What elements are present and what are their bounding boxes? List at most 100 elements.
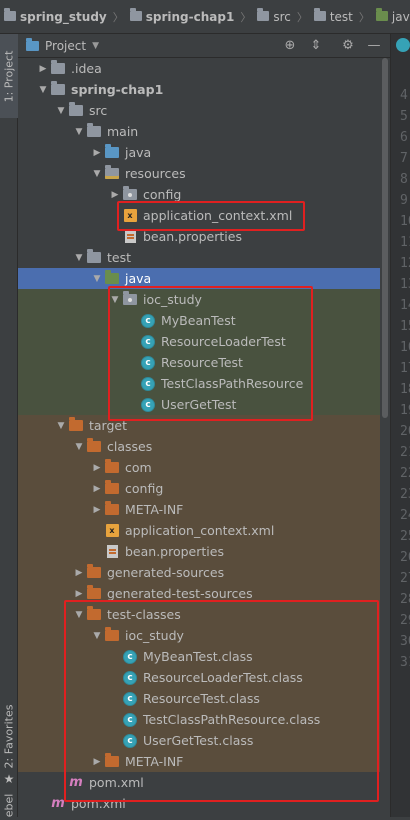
- tree-node[interactable]: ▼ ioc_study: [18, 289, 390, 310]
- expand-arrow-down-icon[interactable]: ▼: [108, 295, 122, 305]
- collapse-all-icon[interactable]: ⇕: [308, 38, 324, 54]
- expand-arrow-right-icon[interactable]: ▶: [90, 463, 104, 473]
- tab-rebel[interactable]: ebel: [0, 790, 18, 820]
- tree-node[interactable]: c TestClassPathResource: [18, 373, 390, 394]
- tree-node[interactable]: bean.properties: [18, 541, 390, 562]
- panel-title[interactable]: Project: [45, 39, 86, 53]
- tree-node[interactable]: ▼ src: [18, 100, 390, 121]
- tree-node[interactable]: ▶ generated-sources: [18, 562, 390, 583]
- tree-node[interactable]: ▼ test: [18, 247, 390, 268]
- line-number: 27: [400, 571, 410, 586]
- expand-arrow-right-icon[interactable]: ▶: [90, 484, 104, 494]
- tree-node[interactable]: ▼ test-classes: [18, 604, 390, 625]
- class-file-tab-icon[interactable]: [396, 38, 410, 52]
- tree-node[interactable]: ▼ ioc_study: [18, 625, 390, 646]
- tree-node[interactable]: m pom.xml: [18, 772, 390, 793]
- tree-node[interactable]: c ResourceTest.class: [18, 688, 390, 709]
- tree-node[interactable]: ▶ java: [18, 142, 390, 163]
- tree-node[interactable]: c MyBeanTest: [18, 310, 390, 331]
- tree-node[interactable]: bean.properties: [18, 226, 390, 247]
- tree-node-label: target: [89, 418, 128, 433]
- tree-node-label: ResourceLoaderTest.class: [143, 670, 303, 685]
- tree-node[interactable]: ▶ META-INF: [18, 499, 390, 520]
- module-folder-icon: [129, 7, 142, 24]
- tree-node-label: generated-sources: [107, 565, 225, 580]
- line-number: 20: [400, 424, 410, 439]
- breadcrumb-item-src[interactable]: src: [257, 7, 291, 24]
- expand-arrow-down-icon[interactable]: ▼: [72, 253, 86, 263]
- tree-node[interactable]: x application_context.xml: [18, 205, 390, 226]
- tree-node[interactable]: c UserGetTest: [18, 394, 390, 415]
- expand-arrow-right-icon[interactable]: ▶: [90, 505, 104, 515]
- line-number: 17: [400, 361, 410, 376]
- tree-node[interactable]: ▶ config: [18, 478, 390, 499]
- tree-node[interactable]: c TestClassPathResource.class: [18, 709, 390, 730]
- tree-node-label: TestClassPathResource: [161, 376, 304, 391]
- tree-node-label: ResourceTest: [161, 355, 243, 370]
- tree-node[interactable]: ▶ com: [18, 457, 390, 478]
- locate-icon[interactable]: ⊕: [282, 38, 298, 54]
- tree-node[interactable]: c ResourceLoaderTest.class: [18, 667, 390, 688]
- line-number: 26: [400, 550, 410, 565]
- folder-icon: [68, 102, 84, 118]
- properties-file-icon: [104, 545, 120, 559]
- breadcrumb-item-java[interactable]: java: [375, 7, 410, 24]
- test-source-folder-icon: [375, 7, 388, 24]
- tree-node-label: pom.xml: [71, 796, 126, 811]
- expand-arrow-down-icon[interactable]: ▼: [72, 127, 86, 137]
- line-number: 21: [400, 445, 410, 460]
- expand-arrow-right-icon[interactable]: ▶: [72, 568, 86, 578]
- tree-node-label: ResourceTest.class: [143, 691, 260, 706]
- tree-node[interactable]: ▼ java: [18, 268, 390, 289]
- excluded-folder-icon: [104, 627, 120, 643]
- scrollbar-thumb[interactable]: [382, 58, 388, 418]
- tree-node-label: UserGetTest: [161, 397, 237, 412]
- tree-node[interactable]: ▼ spring-chap1: [18, 79, 390, 100]
- hide-icon[interactable]: —: [366, 38, 382, 54]
- expand-arrow-right-icon[interactable]: ▶: [36, 64, 50, 74]
- tree-node[interactable]: ▼ resources: [18, 163, 390, 184]
- tree-node-label: test-classes: [107, 607, 181, 622]
- expand-arrow-down-icon[interactable]: ▼: [72, 610, 86, 620]
- breadcrumb-item-spring-chap1[interactable]: spring-chap1: [129, 7, 234, 24]
- chevron-down-icon[interactable]: ▼: [92, 41, 99, 51]
- tree-node[interactable]: ▶ config: [18, 184, 390, 205]
- project-panel-header: Project ▼ ⊕ ⇕ ⚙ —: [18, 34, 390, 58]
- expand-arrow-down-icon[interactable]: ▼: [36, 85, 50, 95]
- tree-node[interactable]: ▶ .idea: [18, 58, 390, 79]
- expand-arrow-down-icon[interactable]: ▼: [90, 631, 104, 641]
- tree-node[interactable]: m pom.xml: [18, 793, 390, 814]
- expand-arrow-down-icon[interactable]: ▼: [54, 106, 68, 116]
- tab-favorites[interactable]: 2: Favorites: [0, 694, 18, 778]
- expand-arrow-down-icon[interactable]: ▼: [72, 442, 86, 452]
- tree-node[interactable]: c MyBeanTest.class: [18, 646, 390, 667]
- tree-node[interactable]: ▼ classes: [18, 436, 390, 457]
- tree-node[interactable]: c ResourceLoaderTest: [18, 331, 390, 352]
- tree-node[interactable]: c ResourceTest: [18, 352, 390, 373]
- scrollbar[interactable]: [380, 58, 390, 817]
- expand-arrow-down-icon[interactable]: ▼: [90, 274, 104, 284]
- tree-node-label: .idea: [71, 61, 102, 76]
- line-number: 11: [400, 235, 410, 250]
- line-number: 16: [400, 340, 410, 355]
- tree-node[interactable]: ▼ main: [18, 121, 390, 142]
- expand-arrow-down-icon[interactable]: ▼: [54, 421, 68, 431]
- tab-project[interactable]: 1: Project: [0, 34, 18, 118]
- tree-node[interactable]: ▶ META-INF: [18, 751, 390, 772]
- package-icon: [122, 291, 138, 307]
- breadcrumb-item-test[interactable]: test: [313, 7, 353, 24]
- breadcrumb-item-spring-study[interactable]: spring_study: [4, 7, 107, 24]
- tree-node[interactable]: x application_context.xml: [18, 520, 390, 541]
- tree-node[interactable]: ▼ target: [18, 415, 390, 436]
- expand-arrow-right-icon[interactable]: ▶: [90, 148, 104, 158]
- gear-icon[interactable]: ⚙: [340, 38, 356, 54]
- expand-arrow-right-icon[interactable]: ▶: [108, 190, 122, 200]
- expand-arrow-down-icon[interactable]: ▼: [90, 169, 104, 179]
- tree-node-label: spring-chap1: [71, 82, 164, 97]
- expand-arrow-right-icon[interactable]: ▶: [90, 757, 104, 767]
- tab-favorites-label: 2: Favorites: [2, 704, 16, 768]
- star-icon: ★: [3, 772, 15, 786]
- expand-arrow-right-icon[interactable]: ▶: [72, 589, 86, 599]
- tree-node[interactable]: c UserGetTest.class: [18, 730, 390, 751]
- tree-node[interactable]: ▶ generated-test-sources: [18, 583, 390, 604]
